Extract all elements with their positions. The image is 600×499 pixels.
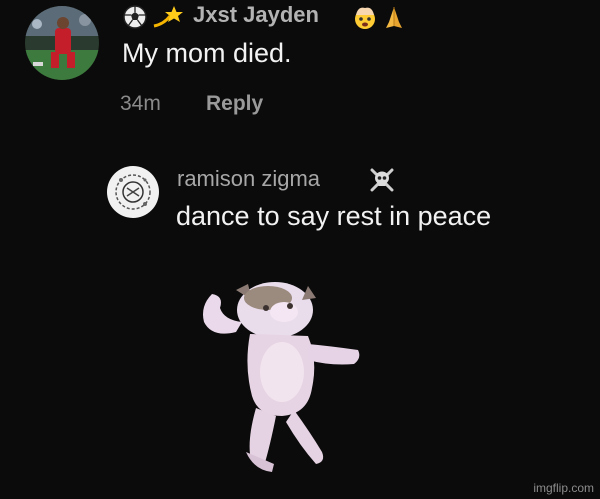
avatar-photo: [25, 6, 99, 80]
avatar[interactable]: [25, 6, 99, 80]
folded-hands-icon: [386, 7, 402, 28]
dizzy-star-icon: [153, 6, 183, 28]
reply-button[interactable]: Reply: [206, 92, 263, 116]
comment-text: My mom died.: [122, 38, 292, 68]
exploding-head-icon: [355, 7, 375, 29]
soccer-ball-icon: [123, 5, 147, 29]
reply-text: dance to say rest in peace: [176, 201, 492, 231]
comment-thread: Jxst Jayden My mom died. 34m Reply ramis…: [0, 0, 600, 499]
reply-avatar[interactable]: [107, 166, 159, 218]
watermark: imgflip.com: [533, 481, 594, 495]
dancing-cat-image: [203, 282, 360, 472]
comment-timestamp: 34m: [120, 92, 161, 115]
reply-avatar-image: [107, 166, 159, 218]
reply-username[interactable]: ramison zigma: [177, 166, 320, 192]
comment-username[interactable]: Jxst Jayden: [193, 2, 319, 28]
skull-crossbones-icon: [370, 168, 394, 192]
